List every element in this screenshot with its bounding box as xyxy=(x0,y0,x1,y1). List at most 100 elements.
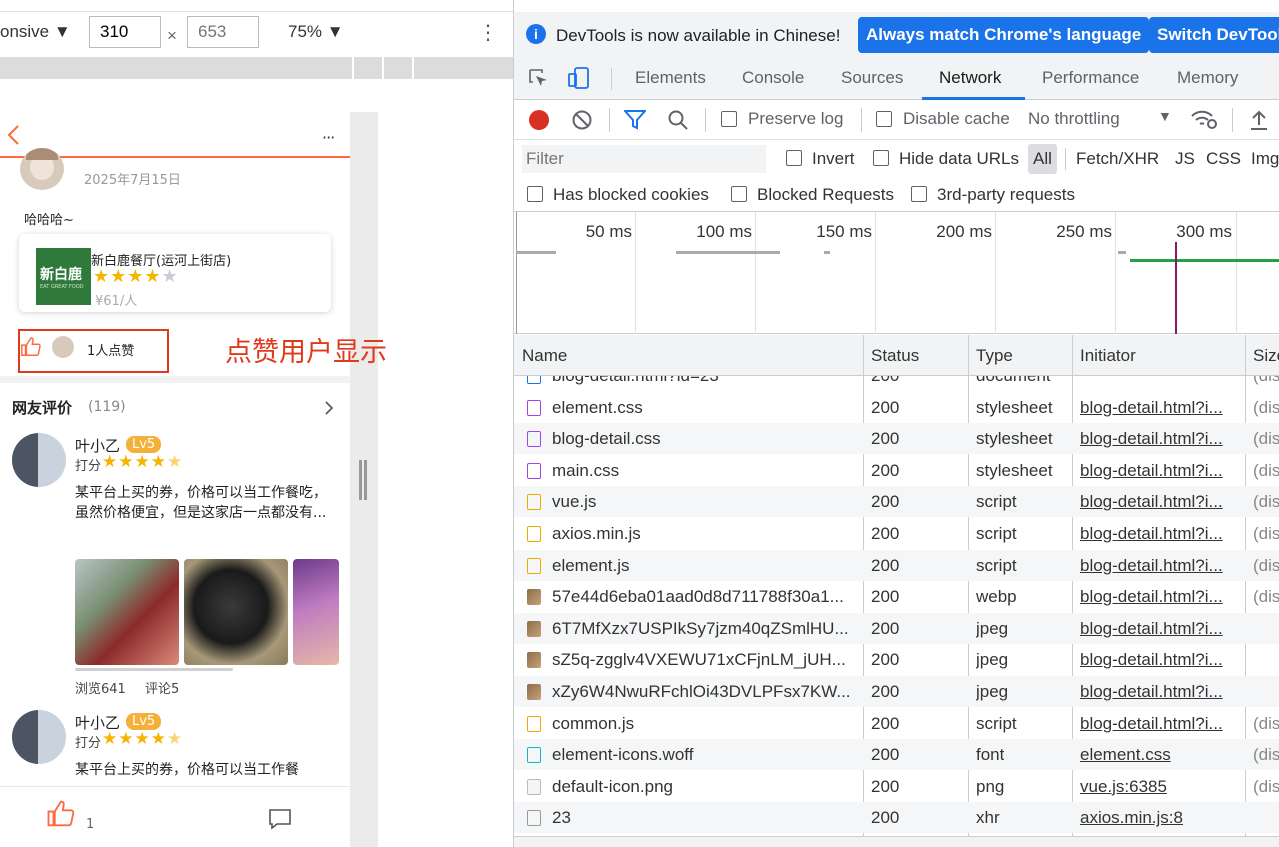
request-name[interactable]: element-icons.woff xyxy=(552,745,857,765)
column-size[interactable]: Size xyxy=(1253,346,1279,366)
always-match-language-button[interactable]: Always match Chrome's language xyxy=(858,17,1150,53)
type-filter-img[interactable]: Img xyxy=(1251,149,1279,169)
request-row[interactable]: vue.js 200 script blog-detail.html?i... (dis xyxy=(514,486,1279,518)
device-mode-select[interactable]: onsive ▼ xyxy=(0,22,71,42)
request-initiator-link[interactable]: blog-detail.html?i... xyxy=(1080,492,1240,512)
request-row[interactable]: main.css 200 stylesheet blog-detail.html?i.… xyxy=(514,455,1279,486)
request-initiator-link[interactable]: blog-detail.html?i... xyxy=(1080,461,1240,481)
reviewer-avatar-2[interactable] xyxy=(12,710,66,764)
like-thumb-icon[interactable] xyxy=(20,336,42,358)
column-initiator[interactable]: Initiator xyxy=(1080,346,1136,366)
request-row[interactable]: xZy6W4NwuRFchlOi43DVLPFsx7KW... 200 jpeg bl… xyxy=(514,676,1279,707)
disable-cache-checkbox[interactable] xyxy=(876,111,892,127)
switch-devtools-language-button[interactable]: Switch DevTool xyxy=(1149,17,1279,53)
clear-icon[interactable] xyxy=(571,109,593,131)
request-row[interactable]: element.js 200 script blog-detail.html?i...… xyxy=(514,549,1279,581)
request-name[interactable]: common.js xyxy=(552,714,857,734)
liker-avatar[interactable] xyxy=(52,336,74,358)
request-initiator-link[interactable]: element.css xyxy=(1080,745,1240,765)
request-initiator-link[interactable]: blog-detail.html?i... xyxy=(1080,587,1240,607)
filter-input[interactable] xyxy=(522,145,766,173)
zoom-select[interactable]: 75% ▼ xyxy=(288,22,344,42)
tab-sources[interactable]: Sources xyxy=(841,68,903,88)
request-name[interactable]: 57e44d6eba01aad0d8d711788f30a1... xyxy=(552,587,857,607)
request-initiator-link[interactable]: blog-detail.html?i... xyxy=(1080,619,1240,639)
resize-handle-left[interactable] xyxy=(359,460,362,500)
request-row[interactable]: 57e44d6eba01aad0d8d711788f30a1... 200 webp… xyxy=(514,581,1279,612)
type-filter-css[interactable]: CSS xyxy=(1206,149,1241,169)
request-initiator-link[interactable]: blog-detail.html?i... xyxy=(1080,556,1240,576)
request-initiator-link[interactable]: blog-detail.html?i... xyxy=(1080,429,1240,449)
request-initiator-link[interactable]: blog-detail.html?i... xyxy=(1080,714,1240,734)
reviewer-avatar[interactable] xyxy=(12,433,66,487)
review-photo-1[interactable] xyxy=(75,559,179,665)
request-initiator-link[interactable]: blog-detail.html?i... xyxy=(1080,682,1240,702)
comment-icon[interactable] xyxy=(267,807,293,831)
tab-network[interactable]: Network xyxy=(939,68,1001,88)
type-filter-fetch-xhr[interactable]: Fetch/XHR xyxy=(1076,149,1159,169)
request-row[interactable]: 6T7MfXzx7USPIkSy7jzm40qZSmlHU... 200 jpeg b… xyxy=(514,612,1279,644)
request-row[interactable]: blog-detail.css 200 stylesheet blog-detail.… xyxy=(514,423,1279,455)
more-menu-icon[interactable]: ··· xyxy=(322,128,335,147)
preserve-log-checkbox[interactable] xyxy=(721,111,737,127)
third-party-checkbox[interactable] xyxy=(911,186,927,202)
hide-data-urls-checkbox[interactable] xyxy=(873,150,889,166)
back-icon[interactable] xyxy=(6,124,20,146)
request-row[interactable]: axios.min.js 200 script blog-detail.html?i.… xyxy=(514,518,1279,549)
request-name[interactable]: blog-detail.html?id=23 xyxy=(552,376,857,386)
tab-elements[interactable]: Elements xyxy=(635,68,706,88)
record-icon[interactable] xyxy=(529,110,549,130)
type-filter-all[interactable]: All xyxy=(1028,144,1057,174)
filter-funnel-icon[interactable] xyxy=(624,110,646,130)
throttling-select[interactable]: No throttling xyxy=(1028,109,1120,129)
device-more-icon[interactable]: ⋮ xyxy=(478,20,498,45)
request-name[interactable]: 23 xyxy=(552,808,857,828)
request-name[interactable]: 6T7MfXzx7USPIkSy7jzm40qZSmlHU... xyxy=(552,619,857,639)
device-height-input[interactable] xyxy=(187,16,259,48)
tab-performance[interactable]: Performance xyxy=(1042,68,1139,88)
table-horizontal-scrollbar[interactable] xyxy=(514,836,1279,847)
request-row[interactable]: common.js 200 script blog-detail.html?i... (… xyxy=(514,708,1279,739)
request-row[interactable]: 23 200 xhr axios.min.js:8 xyxy=(514,802,1279,834)
column-type[interactable]: Type xyxy=(976,346,1013,366)
blocked-requests-checkbox[interactable] xyxy=(731,186,747,202)
device-toolbar-icon[interactable] xyxy=(567,66,591,90)
request-name[interactable]: vue.js xyxy=(552,492,857,512)
request-row[interactable]: default-icon.png 200 png vue.js:6385 (dis xyxy=(514,771,1279,802)
throttling-dropdown-icon[interactable]: ▼ xyxy=(1158,108,1172,124)
request-row[interactable]: element-icons.woff 200 font element.css (dis xyxy=(514,739,1279,771)
request-name[interactable]: default-icon.png xyxy=(552,777,857,797)
invert-checkbox[interactable] xyxy=(786,150,802,166)
request-initiator-link[interactable]: vue.js:6385 xyxy=(1080,777,1240,797)
request-name[interactable]: sZ5q-zgglv4VXEWU71xCFjnLM_jUH... xyxy=(552,650,857,670)
request-initiator-link[interactable]: blog-detail.html?i... xyxy=(1080,650,1240,670)
request-row[interactable]: sZ5q-zgglv4VXEWU71xCFjnLM_jUH... 200 jpeg b… xyxy=(514,644,1279,675)
bottom-like-icon[interactable] xyxy=(46,799,76,829)
request-row[interactable]: element.css 200 stylesheet blog-detail.html… xyxy=(514,392,1279,423)
has-blocked-cookies-checkbox[interactable] xyxy=(527,186,543,202)
network-overview-timeline[interactable]: 50 ms 100 ms 150 ms 200 ms 250 ms 300 ms xyxy=(514,212,1279,334)
request-name[interactable]: element.css xyxy=(552,398,857,418)
review-photo-3[interactable] xyxy=(293,559,339,665)
request-name[interactable]: element.js xyxy=(552,556,857,576)
column-name[interactable]: Name xyxy=(522,346,567,366)
network-conditions-icon[interactable] xyxy=(1190,107,1218,131)
reviews-more-icon[interactable] xyxy=(324,400,334,416)
request-name[interactable]: main.css xyxy=(552,461,857,481)
request-initiator-link[interactable]: axios.min.js:8 xyxy=(1080,808,1240,828)
column-status[interactable]: Status xyxy=(871,346,919,366)
inspect-element-icon[interactable] xyxy=(528,68,550,90)
request-name[interactable]: blog-detail.css xyxy=(552,429,857,449)
request-name[interactable]: xZy6W4NwuRFchlOi43DVLPFsx7KW... xyxy=(552,682,857,702)
resize-handle-right[interactable] xyxy=(364,460,367,500)
request-row[interactable]: blog-detail.html?id=23 200 document (dis xyxy=(514,376,1279,391)
type-filter-js[interactable]: JS xyxy=(1175,149,1195,169)
tab-memory[interactable]: Memory xyxy=(1177,68,1238,88)
author-avatar[interactable] xyxy=(20,148,64,190)
search-icon[interactable] xyxy=(667,109,689,131)
request-initiator-link[interactable]: blog-detail.html?i... xyxy=(1080,398,1240,418)
request-initiator-link[interactable]: blog-detail.html?i... xyxy=(1080,524,1240,544)
tab-console[interactable]: Console xyxy=(742,68,804,88)
request-name[interactable]: axios.min.js xyxy=(552,524,857,544)
device-width-input[interactable] xyxy=(89,16,161,48)
